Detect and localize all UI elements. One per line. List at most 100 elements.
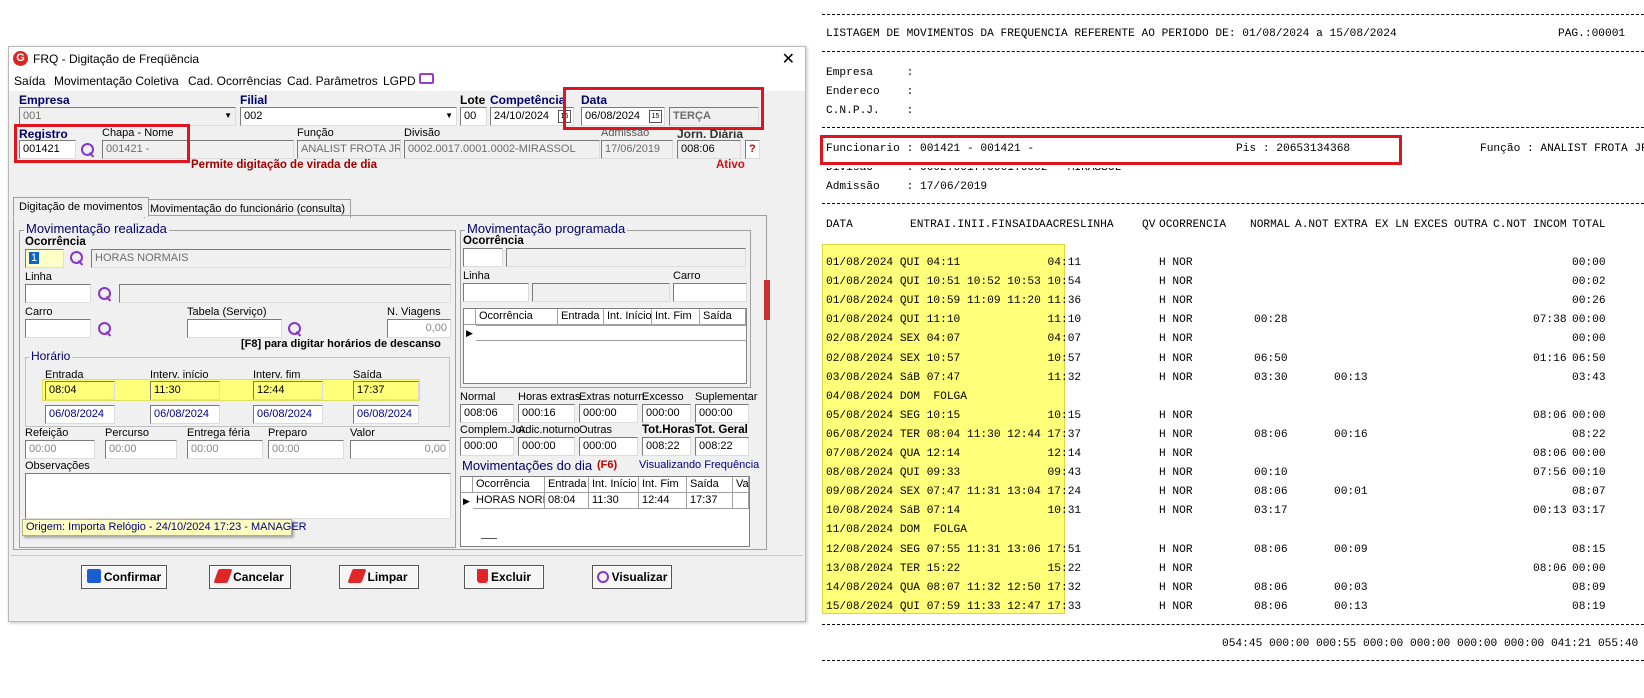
interv-fim-date[interactable]: 06/08/2024: [253, 405, 323, 424]
divisao-label: Divisão: [404, 127, 441, 139]
interv-inicio-input[interactable]: 11:30: [150, 381, 220, 400]
search-icon[interactable]: [97, 286, 113, 302]
entrada-date[interactable]: 06/08/2024: [45, 405, 115, 424]
report-row-cell: 08:06: [1533, 409, 1567, 422]
table-row[interactable]: [476, 325, 746, 341]
realizada-title: Movimentação realizada: [24, 221, 169, 236]
observacoes-label: Observações: [25, 460, 90, 472]
report-row-cell: 03:17: [1254, 505, 1288, 518]
ocorrencia-desc: HORAS NORMAIS: [91, 249, 451, 268]
report-row-cell: 08:19: [1572, 600, 1606, 613]
table-cell[interactable]: [733, 493, 749, 509]
confirmar-button[interactable]: Confirmar: [81, 565, 167, 589]
linha-input[interactable]: [25, 284, 91, 303]
grid-header: Entrada: [545, 477, 589, 493]
report-page: PAG.:00001: [1558, 28, 1626, 40]
saida-input[interactable]: 17:37: [353, 381, 419, 400]
report-row-cell: 00:10: [1572, 467, 1606, 480]
lote-input[interactable]: 00: [460, 107, 487, 126]
report-row-cell: 14/08/2024 QUA 08:07 11:32 12:50 17:32: [826, 581, 1082, 594]
monitor-icon[interactable]: [419, 73, 434, 84]
table-cell[interactable]: 17:37: [687, 493, 733, 509]
filial-select[interactable]: 002: [240, 107, 457, 126]
tot-horas-value: 008:22: [642, 437, 691, 456]
report-row-cell: 01/08/2024 QUI 10:59 11:09 11:20 11:36: [826, 295, 1082, 308]
col-qv: QV: [1142, 219, 1156, 231]
report-row-cell: 02/08/2024 SEX 04:07 04:07: [826, 333, 1082, 346]
prog-ocorrencia-label: Ocorrência: [463, 235, 524, 247]
interv-inicio-date[interactable]: 06/08/2024: [150, 405, 220, 424]
entrada-input[interactable]: 08:04: [45, 381, 115, 400]
excluir-button[interactable]: Excluir: [464, 565, 544, 589]
table-cell[interactable]: 11:30: [589, 493, 639, 509]
report-row-cell: 09/08/2024 SEX 07:47 11:31 13:04 17:24: [826, 486, 1082, 499]
report-title: LISTAGEM DE MOVIMENTOS DA FREQUENCIA REF…: [826, 28, 1397, 40]
report-row-cell: H NOR: [1159, 467, 1193, 480]
menu-lgpd[interactable]: LGPD: [383, 74, 416, 88]
viagens-input[interactable]: 0,00: [387, 319, 451, 338]
search-icon[interactable]: [287, 321, 303, 337]
report-row-cell: 02/08/2024 SEX 10:57 10:57: [826, 352, 1082, 365]
report-row-cell: H NOR: [1159, 352, 1193, 365]
prog-ocorrencia-input[interactable]: [463, 248, 503, 267]
visualizar-button[interactable]: Visualizar: [592, 565, 672, 589]
report-row-cell: 00:26: [1572, 295, 1606, 308]
tab-digitacao[interactable]: Digitação de movimentos: [13, 197, 149, 217]
search-icon[interactable]: [69, 250, 85, 266]
preparo-input[interactable]: 00:00: [268, 440, 344, 459]
prog-grid[interactable]: Ocorrência Entrada Int. Início Int. Fim …: [463, 308, 747, 384]
menu-cad-parametros[interactable]: Cad. Parâmetros: [287, 74, 378, 88]
percurso-input[interactable]: 00:00: [105, 440, 177, 459]
scrollbar-thumb[interactable]: [481, 538, 497, 539]
grid-header: Ocorrência: [476, 309, 558, 325]
refeicao-input[interactable]: 00:00: [25, 440, 95, 459]
filial-label: Filial: [240, 93, 268, 107]
cancelar-button[interactable]: Cancelar: [209, 565, 291, 589]
save-icon: [86, 569, 101, 583]
search-icon[interactable]: [97, 321, 113, 337]
viagens-label: N. Viagens: [387, 306, 441, 318]
report-row-cell: 08:15: [1572, 543, 1606, 556]
col-i-fin: I.FIN: [978, 219, 1012, 231]
prog-carro-input[interactable]: [673, 283, 747, 302]
report-row-cell: 00:28: [1254, 314, 1288, 327]
report-row-cell: 08:06: [1254, 600, 1288, 613]
ocorrencia-code-input[interactable]: 1: [25, 249, 64, 268]
report-row-cell: 12/08/2024 SEG 07:55 11:31 13:06 17:51: [826, 543, 1082, 556]
menu-movimentacao-coletiva[interactable]: Movimentação Coletiva: [54, 74, 179, 88]
prog-carro-label: Carro: [673, 270, 701, 282]
table-cell[interactable]: 12:44: [639, 493, 687, 509]
adic-noturno-label: Adic.noturno: [518, 424, 580, 436]
interv-fim-input[interactable]: 12:44: [253, 381, 323, 400]
report-row-cell: H NOR: [1159, 428, 1193, 441]
search-icon: [596, 571, 609, 583]
limpar-button[interactable]: Limpar: [339, 565, 419, 589]
dia-grid[interactable]: Ocorrência Entrada Int. Início Int. Fim …: [460, 476, 750, 547]
report-row-cell: 10/08/2024 SáB 07:14 10:31: [826, 505, 1082, 518]
report-row-cell: 05/08/2024 SEG 10:15 10:15: [826, 409, 1082, 422]
report-row-cell: 13/08/2024 TER 15:22 15:22: [826, 562, 1082, 575]
table-cell[interactable]: HORAS NORM: [473, 493, 545, 509]
help-button[interactable]: ?: [745, 140, 760, 159]
report-row-cell: 00:02: [1572, 276, 1606, 289]
tabela-input[interactable]: [187, 319, 282, 338]
saida-date[interactable]: 06/08/2024: [353, 405, 419, 424]
observacoes-textarea[interactable]: [25, 473, 451, 519]
prog-linha-desc: [532, 283, 670, 302]
carro-label: Carro: [25, 306, 53, 318]
valor-input[interactable]: 0,00: [350, 440, 450, 459]
report-row-cell: 06/08/2024 TER 08:04 11:30 12:44 17:37: [826, 428, 1082, 441]
competencia-input[interactable]: 24/10/2024 15: [490, 107, 574, 126]
carro-input[interactable]: [25, 319, 91, 338]
f8-hint: [F8] para digitar horários de descanso: [241, 338, 441, 350]
normal-value: 008:06: [460, 404, 514, 423]
close-icon[interactable]: ✕: [782, 49, 795, 69]
menu-saida[interactable]: Saída: [14, 74, 45, 88]
table-cell[interactable]: 08:04: [545, 493, 589, 509]
normal-label: Normal: [460, 391, 496, 403]
menu-cad-ocorrencias[interactable]: Cad. Ocorrências: [188, 74, 281, 88]
report-row-cell: 00:00: [1572, 257, 1606, 269]
report-row-cell: 00:03: [1334, 581, 1368, 594]
entrega-feria-input[interactable]: 00:00: [187, 440, 263, 459]
prog-linha-input[interactable]: [463, 283, 529, 302]
